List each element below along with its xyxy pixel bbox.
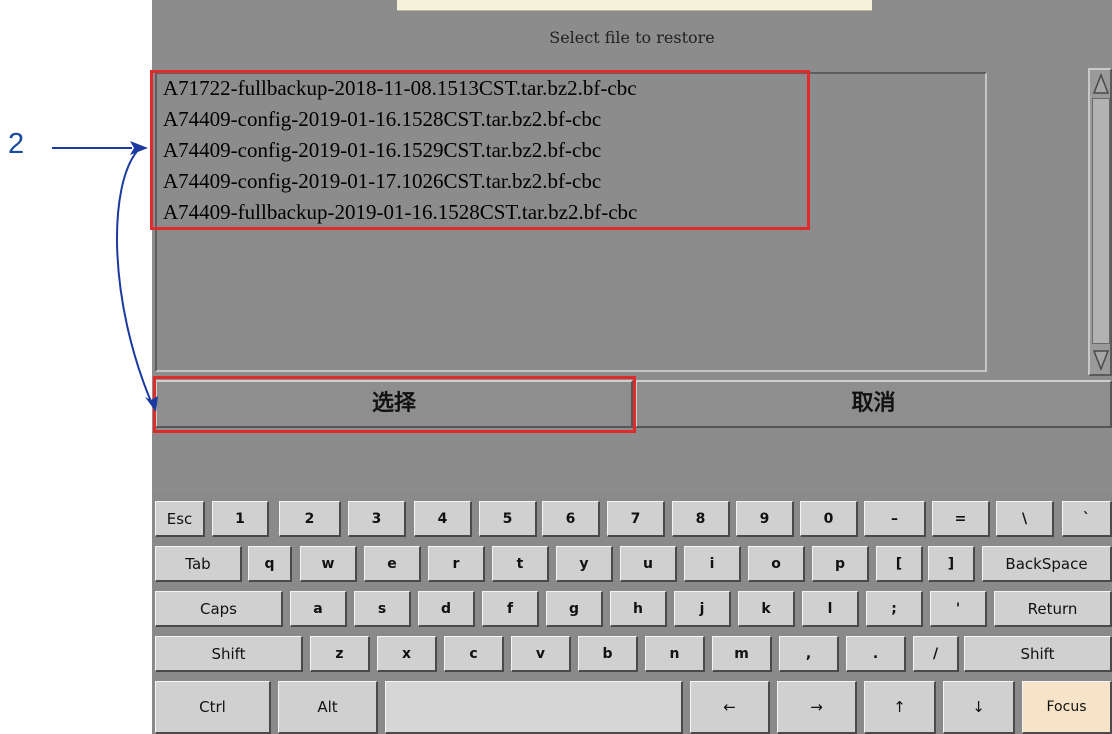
key-4[interactable]: 4 (414, 501, 472, 537)
key-j[interactable]: j (674, 591, 731, 627)
scroll-thumb[interactable] (1092, 98, 1110, 344)
file-list: A71722-fullbackup-2018-11-08.1513CST.tar… (155, 72, 987, 372)
step-number: 2 (8, 128, 25, 160)
key-esc[interactable]: Esc (155, 501, 205, 537)
key-6[interactable]: 6 (542, 501, 600, 537)
key-v[interactable]: v (511, 636, 571, 672)
file-item[interactable]: A74409-config-2019-01-16.1529CST.tar.bz2… (163, 136, 601, 164)
key-g[interactable]: g (546, 591, 603, 627)
key-right-bracket[interactable]: ] (928, 546, 975, 582)
key-caps[interactable]: Caps (155, 591, 283, 627)
key-a[interactable]: a (290, 591, 347, 627)
key-w[interactable]: w (300, 546, 357, 582)
key-d[interactable]: d (418, 591, 475, 627)
key-o[interactable]: o (748, 546, 805, 582)
file-item[interactable]: A71722-fullbackup-2018-11-08.1513CST.tar… (163, 74, 637, 102)
key-c[interactable]: c (444, 636, 504, 672)
key-p[interactable]: p (812, 546, 869, 582)
scroll-up-arrow-icon[interactable] (1092, 72, 1110, 96)
key-shift-right[interactable]: Shift (964, 636, 1112, 672)
key-f[interactable]: f (482, 591, 539, 627)
file-item[interactable]: A74409-fullbackup-2019-01-16.1528CST.tar… (163, 198, 637, 226)
key-h[interactable]: h (610, 591, 667, 627)
key-1[interactable]: 1 (212, 501, 269, 537)
key-arrow-down[interactable]: ↓ (943, 681, 1015, 734)
key-3[interactable]: 3 (348, 501, 406, 537)
key-l[interactable]: l (802, 591, 859, 627)
key-7[interactable]: 7 (607, 501, 665, 537)
key-y[interactable]: y (556, 546, 613, 582)
key-9[interactable]: 9 (736, 501, 794, 537)
key-2[interactable]: 2 (279, 501, 341, 537)
key-k[interactable]: k (738, 591, 795, 627)
key-q[interactable]: q (248, 546, 292, 582)
key-e[interactable]: e (364, 546, 421, 582)
key-space[interactable] (385, 681, 683, 734)
dialog-title: Select file to restore (549, 28, 715, 47)
annotation-arrow-head (130, 141, 148, 155)
annotation-curve-arrow (116, 149, 153, 405)
key-s[interactable]: s (354, 591, 411, 627)
key-i[interactable]: i (684, 546, 741, 582)
select-button[interactable]: 选择 (155, 380, 633, 428)
key-0[interactable]: 0 (800, 501, 858, 537)
cancel-button[interactable]: 取消 (635, 380, 1112, 428)
virtual-keyboard: Esc 1 2 3 4 5 6 7 8 9 0 – = \ ` Tab q w … (152, 491, 1112, 734)
file-list-scrollbar[interactable] (1088, 68, 1112, 376)
key-z[interactable]: z (310, 636, 370, 672)
key-alt[interactable]: Alt (278, 681, 378, 734)
key-5[interactable]: 5 (479, 501, 537, 537)
key-r[interactable]: r (428, 546, 485, 582)
key-tab[interactable]: Tab (155, 546, 242, 582)
scroll-down-arrow-icon[interactable] (1092, 348, 1110, 372)
key-arrow-right[interactable]: → (777, 681, 857, 734)
file-item[interactable]: A74409-config-2019-01-16.1528CST.tar.bz2… (163, 105, 601, 133)
key-comma[interactable]: , (779, 636, 839, 672)
key-quote[interactable]: ' (930, 591, 987, 627)
file-item[interactable]: A74409-config-2019-01-17.1026CST.tar.bz2… (163, 167, 601, 195)
key-minus[interactable]: – (864, 501, 926, 537)
key-left-bracket[interactable]: [ (876, 546, 923, 582)
key-ctrl[interactable]: Ctrl (155, 681, 271, 734)
key-b[interactable]: b (578, 636, 638, 672)
key-backspace[interactable]: BackSpace (982, 546, 1112, 582)
key-arrow-up[interactable]: ↑ (864, 681, 936, 734)
key-return[interactable]: Return (994, 591, 1112, 627)
key-u[interactable]: u (620, 546, 677, 582)
key-backtick[interactable]: ` (1062, 501, 1112, 537)
key-8[interactable]: 8 (672, 501, 730, 537)
key-slash[interactable]: / (913, 636, 959, 672)
key-arrow-left[interactable]: ← (690, 681, 770, 734)
key-shift-left[interactable]: Shift (155, 636, 303, 672)
restore-dialog: Select file to restore A71722-fullbackup… (152, 0, 1112, 734)
key-backslash[interactable]: \ (996, 501, 1054, 537)
key-period[interactable]: . (846, 636, 906, 672)
key-t[interactable]: t (492, 546, 549, 582)
key-focus[interactable]: Focus (1022, 681, 1112, 734)
key-m[interactable]: m (712, 636, 772, 672)
key-semicolon[interactable]: ; (866, 591, 923, 627)
key-x[interactable]: x (377, 636, 437, 672)
key-n[interactable]: n (645, 636, 705, 672)
key-equals[interactable]: = (932, 501, 990, 537)
top-strip (397, 0, 872, 11)
